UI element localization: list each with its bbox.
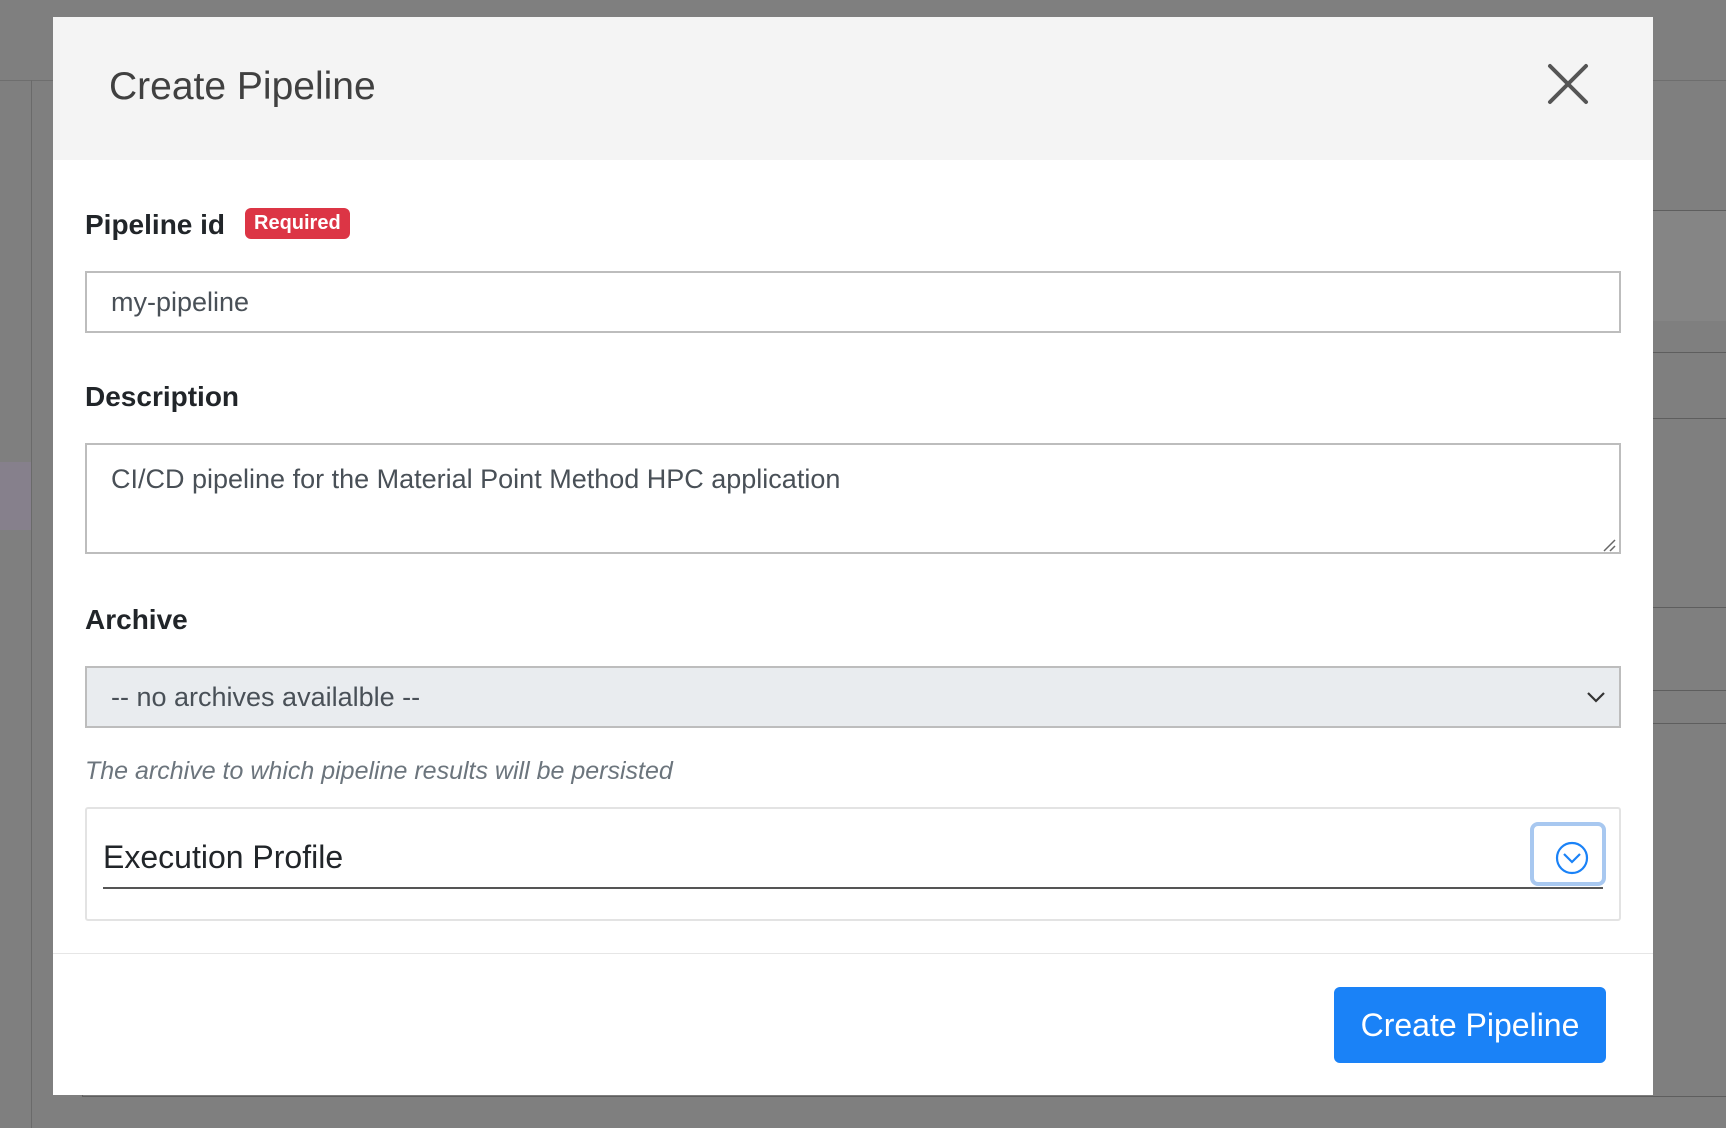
execution-profile-panel: Execution Profile <box>85 807 1621 921</box>
background-divider <box>82 1096 1726 1097</box>
modal-header: Create Pipeline <box>53 17 1653 160</box>
pipeline-id-input[interactable] <box>85 271 1621 333</box>
description-textarea[interactable]: CI/CD pipeline for the Material Point Me… <box>85 443 1621 554</box>
create-pipeline-modal: Create Pipeline Pipeline id Required Des… <box>53 17 1653 1095</box>
background-divider <box>31 80 32 1128</box>
create-pipeline-button[interactable]: Create Pipeline <box>1334 987 1606 1063</box>
execution-profile-title: Execution Profile <box>103 839 344 875</box>
required-badge: Required <box>245 208 350 239</box>
archive-select-wrapper: -- no archives availalble -- <box>85 666 1621 728</box>
execution-profile-underline <box>103 887 1603 889</box>
background-divider <box>1652 418 1726 419</box>
pipeline-id-label: Pipeline id <box>85 209 226 240</box>
modal-title: Create Pipeline <box>109 65 376 108</box>
modal-footer-divider <box>53 953 1653 954</box>
archive-label: Archive <box>85 604 188 635</box>
background-divider <box>1652 690 1726 691</box>
background-divider <box>1652 607 1726 608</box>
archive-help-text: The archive to which pipeline results wi… <box>85 757 673 785</box>
close-icon <box>1548 64 1588 104</box>
background-sidebar-highlight <box>0 462 31 530</box>
chevron-down-circle-icon <box>1555 841 1589 875</box>
background-divider <box>1652 352 1726 353</box>
archive-select[interactable]: -- no archives availalble -- <box>85 666 1621 728</box>
close-button[interactable] <box>1543 59 1593 109</box>
resize-handle-icon[interactable] <box>1602 538 1616 552</box>
execution-profile-expand-button[interactable] <box>1530 822 1606 886</box>
background-panel <box>1652 210 1726 321</box>
description-label: Description <box>85 381 240 412</box>
background-divider <box>1652 723 1726 724</box>
